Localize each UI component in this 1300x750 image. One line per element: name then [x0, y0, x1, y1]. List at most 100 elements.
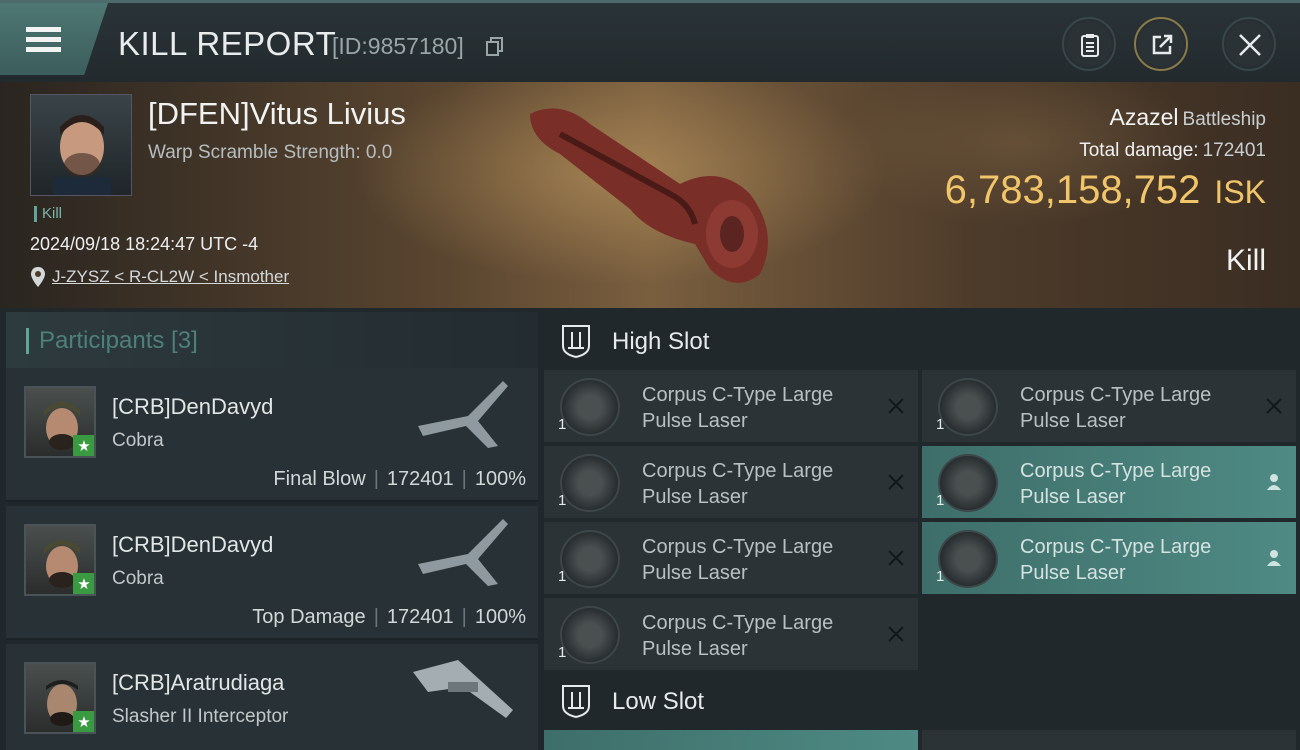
isk-amount: 6,783,158,752	[944, 168, 1201, 212]
participant-ship: Cobra	[112, 430, 164, 451]
module-item[interactable]: 1 Corpus C-Type Large Pulse Laser	[922, 522, 1296, 594]
participants-panel: Participants [3] ★ [CRB]DenDavyd Cobra F…	[0, 308, 540, 750]
close-icon	[1239, 34, 1261, 56]
participant-percent: 100%	[474, 606, 526, 628]
pulse-laser-icon	[938, 378, 998, 436]
star-icon: ★	[73, 435, 94, 456]
high-slot-header: High Slot	[540, 310, 1300, 372]
person-icon	[1267, 550, 1281, 566]
participant-row[interactable]: ★ [CRB]DenDavyd Cobra Top Damage | 172401 |…	[6, 506, 538, 640]
module-item[interactable]	[544, 730, 918, 750]
module-name: Corpus C-Type Large Pulse Laser	[1020, 384, 1212, 432]
module-quantity: 1	[936, 492, 945, 509]
participant-ship: Cobra	[112, 568, 164, 589]
ship-render-image	[530, 108, 768, 283]
participant-ship: Slasher II Interceptor	[112, 706, 289, 727]
location-text: J-ZYSZ < R-CL2W < Insmother	[52, 267, 290, 286]
destroyed-icon	[888, 398, 904, 414]
low-slot-icon	[562, 685, 590, 718]
victim-ship: Azazel Battleship	[1110, 104, 1267, 131]
participant-row[interactable]: ★ [CRB]DenDavyd Cobra Final Blow | 172401 |…	[6, 368, 538, 502]
destroyed-icon	[888, 474, 904, 490]
participant-row[interactable]: ★ [CRB]Aratrudiaga Slasher II Intercepto…	[6, 644, 538, 750]
module-item[interactable]: 1 Corpus C-Type Large Pulse Laser	[922, 370, 1296, 442]
participant-name: [CRB]DenDavyd	[112, 532, 274, 557]
destroyed-icon	[1266, 398, 1282, 414]
low-slot-modules	[540, 730, 1300, 750]
participant-percent: 100%	[474, 468, 526, 490]
module-item[interactable]: 1 Corpus C-Type Large Pulse Laser	[544, 446, 918, 518]
participant-name: [CRB]DenDavyd	[112, 394, 274, 419]
location-pin-icon	[31, 267, 45, 287]
pulse-laser-icon	[560, 606, 620, 664]
module-name: Corpus C-Type Large Pulse Laser	[642, 384, 834, 432]
kill-banner: [DFEN]Vitus Livius Warp Scramble Strengt…	[0, 82, 1300, 308]
total-damage: Total damage: 172401	[1079, 140, 1266, 162]
menu-button[interactable]	[0, 3, 108, 75]
kill-timestamp: 2024/09/18 18:24:47 UTC -4	[30, 234, 259, 254]
participant-ship-image	[418, 381, 508, 448]
avatar: ★	[24, 386, 96, 458]
low-slot-header: Low Slot	[540, 670, 1300, 732]
isk-unit: ISK	[1214, 174, 1266, 210]
module-quantity: 1	[936, 568, 945, 585]
share-button[interactable]	[1134, 17, 1188, 71]
warp-scramble-strength: Warp Scramble Strength: 0.0	[148, 142, 393, 163]
module-item[interactable]: 1 Corpus C-Type Large Pulse Laser	[544, 598, 918, 670]
total-damage-value: 172401	[1202, 140, 1266, 161]
pulse-laser-icon	[560, 530, 620, 588]
star-icon: ★	[73, 711, 94, 732]
copy-icon[interactable]	[486, 37, 504, 56]
participant-damage: 172401	[386, 606, 454, 628]
avatar: ★	[24, 662, 96, 734]
kill-tag: Kill	[34, 206, 62, 222]
participants-header: Participants [3]	[6, 312, 538, 370]
isk-value: 6,783,158,752 ISK	[945, 168, 1266, 213]
participant-role: Top Damage	[252, 606, 366, 628]
module-name: Corpus C-Type Large Pulse Laser	[642, 460, 834, 508]
share-icon	[1152, 34, 1173, 55]
module-name: Corpus C-Type Large Pulse Laser	[1020, 536, 1212, 584]
clipboard-button[interactable]	[1062, 17, 1116, 71]
pulse-laser-icon	[938, 454, 998, 512]
module-quantity: 1	[936, 416, 945, 433]
report-id: [ID:9857180]	[332, 33, 464, 59]
destroyed-icon	[888, 626, 904, 642]
person-icon	[1267, 474, 1281, 490]
menu-icon	[26, 27, 61, 53]
ship-class: Battleship	[1182, 109, 1266, 130]
page-title: KILL REPORT	[118, 25, 337, 62]
participant-ship-image	[413, 660, 513, 718]
total-damage-label: Total damage:	[1079, 140, 1199, 161]
participant-damage: 172401	[386, 468, 454, 490]
top-bar: KILL REPORT [ID:9857180]	[0, 0, 1300, 82]
victim-avatar[interactable]	[30, 94, 132, 196]
module-quantity: 1	[558, 568, 567, 585]
fitting-panel: High Slot 1 Corpus C-Type Large Pulse La…	[540, 308, 1300, 750]
module-quantity: 1	[558, 644, 567, 661]
module-name: Corpus C-Type Large Pulse Laser	[642, 612, 834, 660]
pulse-laser-icon	[560, 378, 620, 436]
ship-name: Azazel	[1109, 104, 1179, 130]
pulse-laser-icon	[560, 454, 620, 512]
low-slot-title: Low Slot	[612, 688, 705, 715]
star-icon: ★	[73, 573, 94, 594]
high-slot-title: High Slot	[612, 328, 710, 355]
kill-result-label: Kill	[1225, 244, 1266, 277]
participant-stats: Final Blow | 172401 | 100%	[273, 468, 526, 490]
close-button[interactable]	[1222, 17, 1276, 71]
module-item[interactable]: 1 Corpus C-Type Large Pulse Laser	[544, 370, 918, 442]
module-item[interactable]: 1 Corpus C-Type Large Pulse Laser	[922, 446, 1296, 518]
pulse-laser-icon	[938, 530, 998, 588]
participant-ship-image	[418, 519, 508, 586]
participant-stats: Top Damage | 172401 | 100%	[252, 606, 526, 628]
destroyed-icon	[888, 550, 904, 566]
high-slot-icon	[562, 325, 590, 358]
participants-title: Participants [3]	[26, 328, 198, 354]
module-quantity: 1	[558, 416, 567, 433]
avatar: ★	[24, 524, 96, 596]
module-item[interactable]: 1 Corpus C-Type Large Pulse Laser	[544, 522, 918, 594]
module-item[interactable]	[922, 730, 1296, 750]
module-name: Corpus C-Type Large Pulse Laser	[1020, 460, 1212, 508]
clipboard-icon	[1081, 34, 1099, 57]
